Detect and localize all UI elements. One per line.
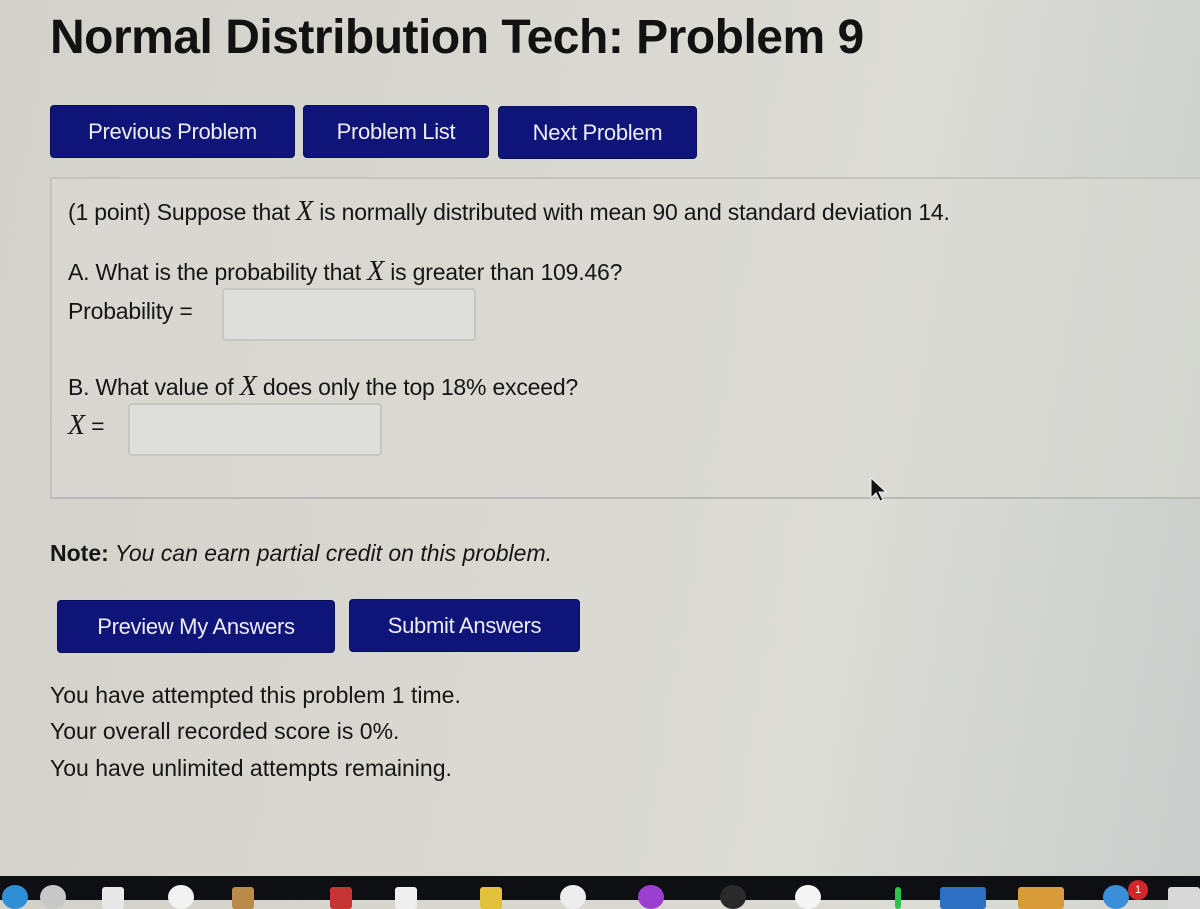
- textedit-app-icon[interactable]: [395, 887, 417, 909]
- podcasts-app-icon[interactable]: [638, 885, 664, 909]
- news-app-icon[interactable]: [330, 887, 352, 909]
- preview-answers-button[interactable]: Preview My Answers: [57, 600, 335, 653]
- app-store-icon[interactable]: [1103, 885, 1129, 909]
- facetime-app-icon[interactable]: [895, 887, 901, 909]
- score-status: Your overall recorded score is 0%.: [50, 718, 400, 744]
- folder-icon[interactable]: [1018, 887, 1064, 909]
- part-b-question: B. What value of X does only the top 18%…: [68, 371, 578, 403]
- photos-app-icon[interactable]: [168, 885, 194, 909]
- finder-app-icon[interactable]: [2, 885, 28, 909]
- partial-credit-note: Note: You can earn partial credit on thi…: [50, 540, 552, 567]
- submit-answers-button[interactable]: Submit Answers: [349, 599, 580, 652]
- probability-label: Probability =: [68, 298, 193, 324]
- part-a-question: A. What is the probability that X is gre…: [68, 256, 622, 288]
- intro-prefix: (1 point) Suppose that: [68, 199, 297, 225]
- intro-suffix: is normally distributed with mean 90 and…: [313, 199, 950, 225]
- note-label: Note:: [50, 540, 109, 566]
- previous-problem-button[interactable]: Previous Problem: [50, 105, 295, 158]
- trash-icon[interactable]: [1168, 887, 1200, 909]
- math-variable: X: [296, 196, 314, 227]
- safari-app-icon[interactable]: [560, 885, 586, 909]
- problem-list-button[interactable]: Problem List: [303, 105, 489, 158]
- attempts-status: You have attempted this problem 1 time.: [50, 682, 461, 708]
- page-title: Normal Distribution Tech: Problem 9: [50, 11, 864, 64]
- remaining-status: You have unlimited attempts remaining.: [50, 755, 452, 781]
- probability-input[interactable]: [222, 288, 476, 341]
- part-a-prefix: A. What is the probability that: [68, 259, 368, 285]
- chrome-app-icon[interactable]: [795, 885, 821, 909]
- math-variable: X: [239, 371, 257, 402]
- math-variable: X: [367, 256, 385, 287]
- math-variable: X: [68, 410, 85, 441]
- problem-intro: (1 point) Suppose that X is normally dis…: [68, 196, 950, 228]
- calendar-app-icon[interactable]: [40, 885, 66, 909]
- part-a-suffix: is greater than 109.46?: [384, 259, 623, 285]
- x-value-input[interactable]: [128, 403, 382, 456]
- x-value-label: X =: [68, 410, 105, 442]
- mouse-cursor-icon: [870, 476, 888, 502]
- contacts-app-icon[interactable]: [232, 887, 254, 909]
- x-equals: =: [84, 413, 105, 439]
- note-text: You can earn partial credit on this prob…: [108, 540, 553, 566]
- part-b-prefix: B. What value of: [68, 374, 240, 400]
- next-problem-button[interactable]: Next Problem: [498, 106, 697, 159]
- preview-app-icon[interactable]: [940, 887, 986, 909]
- notification-badge: 1: [1128, 880, 1148, 900]
- music-app-icon[interactable]: [720, 885, 746, 909]
- stickies-app-icon[interactable]: [480, 887, 502, 909]
- notes-app-icon[interactable]: [102, 887, 124, 909]
- part-b-suffix: does only the top 18% exceed?: [256, 374, 579, 400]
